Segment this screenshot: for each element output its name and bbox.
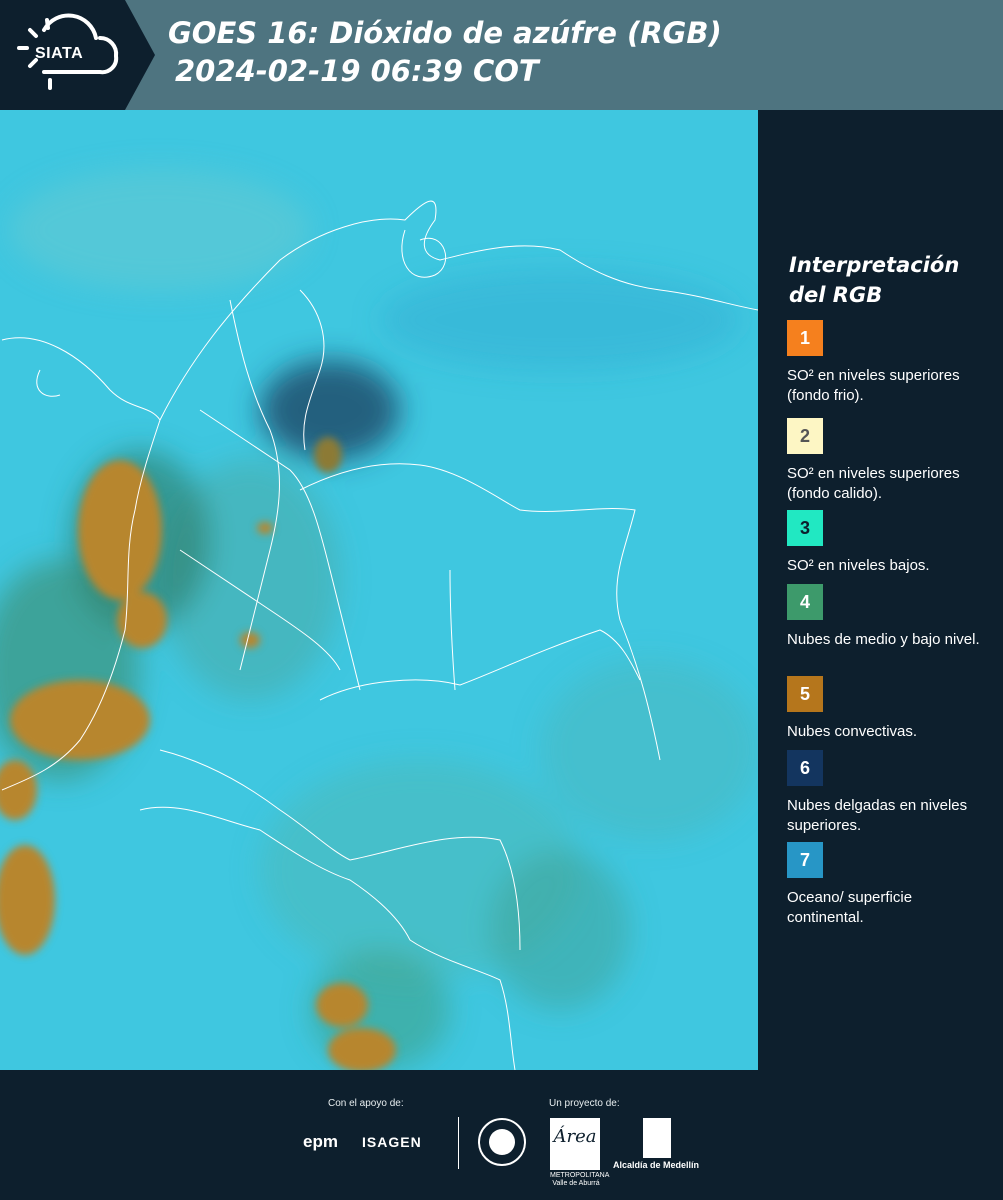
- legend-item-3: 3 SO² en niveles bajos.: [787, 510, 987, 576]
- product-datetime: 2024-02-19 06:39 COT: [175, 54, 539, 88]
- legend-item-text: SO² en niveles bajos.: [787, 557, 930, 574]
- legend-item-text: SO² en niveles superiores (fondo frio).: [787, 367, 960, 404]
- area-metropolitana-logo: Área: [550, 1118, 600, 1170]
- legend-item-7: 7 Oceano/ superficie continental.: [787, 842, 987, 928]
- product-title: GOES 16: Dióxido de azúfre (RGB): [168, 16, 722, 50]
- epm-logo: epm: [303, 1132, 338, 1151]
- legend-swatch: 6: [787, 750, 823, 786]
- legend-item-text: Nubes convectivas.: [787, 723, 918, 740]
- legend-swatch: 2: [787, 418, 823, 454]
- header-bar: SIATA GOES 16: Dióxido de azúfre (RGB) 2…: [0, 0, 1003, 110]
- legend-item-6: 6 Nubes delgadas en niveles superiores.: [787, 750, 987, 836]
- legend-title: Interpretación del RGB: [789, 253, 960, 307]
- legend-panel: Interpretación del RGB 1 SO² en niveles …: [758, 110, 1003, 1070]
- alcaldia-shield-icon: [643, 1118, 671, 1158]
- legend-item-text: Nubes de medio y bajo nivel.: [787, 631, 980, 648]
- legend-item-2: 2 SO² en niveles superiores (fondo calid…: [787, 418, 987, 504]
- support-label: Con el apoyo de:: [328, 1098, 404, 1109]
- footer-divider: [458, 1117, 459, 1169]
- legend-item-text: SO² en niveles superiores (fondo calido)…: [787, 465, 960, 502]
- project-label: Un proyecto de:: [549, 1098, 620, 1109]
- legend-item-text: Nubes delgadas en niveles superiores.: [787, 797, 968, 834]
- legend-swatch: 4: [787, 584, 823, 620]
- siata-logo: SIATA: [0, 0, 155, 110]
- logo-text: SIATA: [35, 45, 84, 62]
- footer: Con el apoyo de: Un proyecto de: epm ISA…: [0, 1070, 1003, 1200]
- alcaldia-label: Alcaldía de Medellín: [613, 1160, 700, 1170]
- medellin-seal-icon: [478, 1118, 526, 1166]
- legend-swatch: 5: [787, 676, 823, 712]
- legend-item-4: 4 Nubes de medio y bajo nivel.: [787, 584, 987, 650]
- legend-item-5: 5 Nubes convectivas.: [787, 676, 987, 742]
- area-metropolitana-subtitle: METROPOLITANA Valle de Aburrá: [550, 1172, 610, 1187]
- legend-item-text: Oceano/ superficie continental.: [787, 889, 913, 926]
- legend-swatch: 1: [787, 320, 823, 356]
- satellite-map: [0, 110, 758, 1070]
- legend-swatch: 7: [787, 842, 823, 878]
- legend-swatch: 3: [787, 510, 823, 546]
- legend-item-1: 1 SO² en niveles superiores (fondo frio)…: [787, 320, 987, 406]
- isagen-logo: ISAGEN: [362, 1134, 422, 1150]
